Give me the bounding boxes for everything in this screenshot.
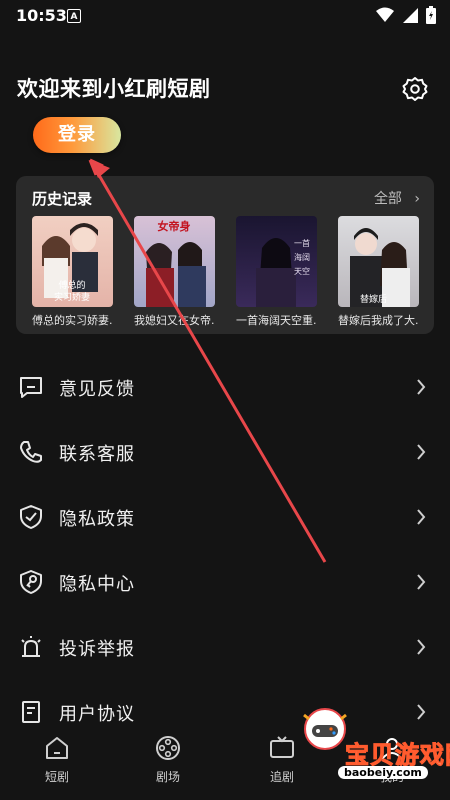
svg-text:替嫁后: 替嫁后	[360, 293, 387, 305]
history-card[interactable]: 女帝身 我媳妇又在女帝...	[134, 216, 215, 328]
tab-label: 剧场	[155, 770, 180, 784]
chevron-right-icon: ›	[414, 191, 420, 207]
history-card[interactable]: 傅总的 实习娇妻 傅总的实习娇妻...	[32, 216, 113, 328]
tab-theater[interactable]: 剧场	[138, 735, 198, 785]
poster-image: 一首 海阔 天空	[236, 216, 317, 307]
watermark-logo: 宝贝游戏网 baobeiy.com	[300, 705, 450, 785]
tv-icon	[270, 736, 294, 758]
history-card[interactable]: 替嫁后 替嫁后我成了大...	[338, 216, 419, 328]
battery-icon	[426, 6, 436, 24]
menu-label: 联系客服	[59, 444, 135, 465]
menu-item-report[interactable]: 投诉举报	[0, 614, 450, 679]
signal-icon	[403, 8, 418, 23]
menu-label: 隐私政策	[59, 509, 135, 530]
shield-key-icon	[20, 570, 42, 594]
poster-image: 傅总的 实习娇妻	[32, 216, 113, 307]
chevron-right-icon	[417, 379, 426, 395]
tab-label: 短剧	[44, 770, 69, 784]
svg-text:海阔: 海阔	[294, 252, 310, 262]
history-view-all[interactable]: 全部 ›	[374, 188, 420, 208]
chevron-right-icon	[417, 509, 426, 525]
poster-image: 替嫁后	[338, 216, 419, 307]
svg-text:傅总的: 傅总的	[58, 279, 85, 291]
watermark-text: 宝贝游戏网	[345, 741, 450, 770]
history-card-title: 替嫁后我成了大...	[338, 314, 419, 327]
gear-icon[interactable]	[402, 76, 428, 102]
menu-item-feedback[interactable]: 意见反馈	[0, 354, 450, 419]
menu-label: 用户协议	[59, 704, 135, 725]
chevron-right-icon	[417, 574, 426, 590]
status-time: 10:53	[16, 6, 67, 25]
menu-label: 隐私中心	[59, 574, 135, 595]
home-icon	[46, 737, 68, 759]
phone-icon	[20, 441, 42, 463]
wifi-icon	[376, 7, 394, 22]
menu-item-privacy-center[interactable]: 隐私中心	[0, 549, 450, 614]
settings-menu: 意见反馈 联系客服 隐私政策 隐私中心 投诉举报 用户协议	[0, 354, 450, 744]
feedback-icon	[20, 377, 42, 398]
notification-icon: A	[67, 9, 81, 23]
menu-label: 意见反馈	[59, 379, 135, 400]
poster-image: 女帝身	[134, 216, 215, 307]
history-card-title: 一首海阔天空重...	[236, 314, 317, 327]
page-title: 欢迎来到小红刷短剧	[17, 77, 211, 101]
history-panel: 历史记录 全部 › 傅总的 实习娇妻 傅总的实习娇妻... 女帝身 我媳妇又在女…	[16, 176, 434, 334]
status-indicators	[376, 6, 436, 24]
tab-short-drama[interactable]: 短剧	[27, 735, 87, 785]
svg-text:女帝身: 女帝身	[158, 219, 191, 233]
history-card-title: 我媳妇又在女帝...	[134, 314, 215, 327]
history-all-label: 全部	[373, 191, 402, 207]
history-card[interactable]: 一首 海阔 天空 一首海阔天空重...	[236, 216, 317, 328]
svg-text:实习娇妻: 实习娇妻	[54, 291, 90, 303]
film-reel-icon	[156, 736, 180, 760]
gamepad-icon	[303, 708, 347, 750]
history-card-title: 傅总的实习娇妻...	[32, 314, 113, 327]
status-bar: 10:53 A	[0, 0, 450, 32]
login-button[interactable]: 登录	[33, 117, 121, 153]
shield-check-icon	[20, 505, 42, 529]
svg-text:一首: 一首	[294, 238, 310, 248]
watermark-url: baobeiy.com	[338, 766, 428, 779]
chevron-right-icon	[417, 639, 426, 655]
alarm-icon	[21, 636, 41, 657]
svg-text:天空: 天空	[294, 266, 310, 276]
menu-item-privacy-policy[interactable]: 隐私政策	[0, 484, 450, 549]
document-icon	[22, 701, 40, 723]
history-title: 历史记录	[32, 190, 93, 208]
menu-label: 投诉举报	[59, 639, 135, 660]
menu-item-contact-support[interactable]: 联系客服	[0, 419, 450, 484]
chevron-right-icon	[417, 444, 426, 460]
